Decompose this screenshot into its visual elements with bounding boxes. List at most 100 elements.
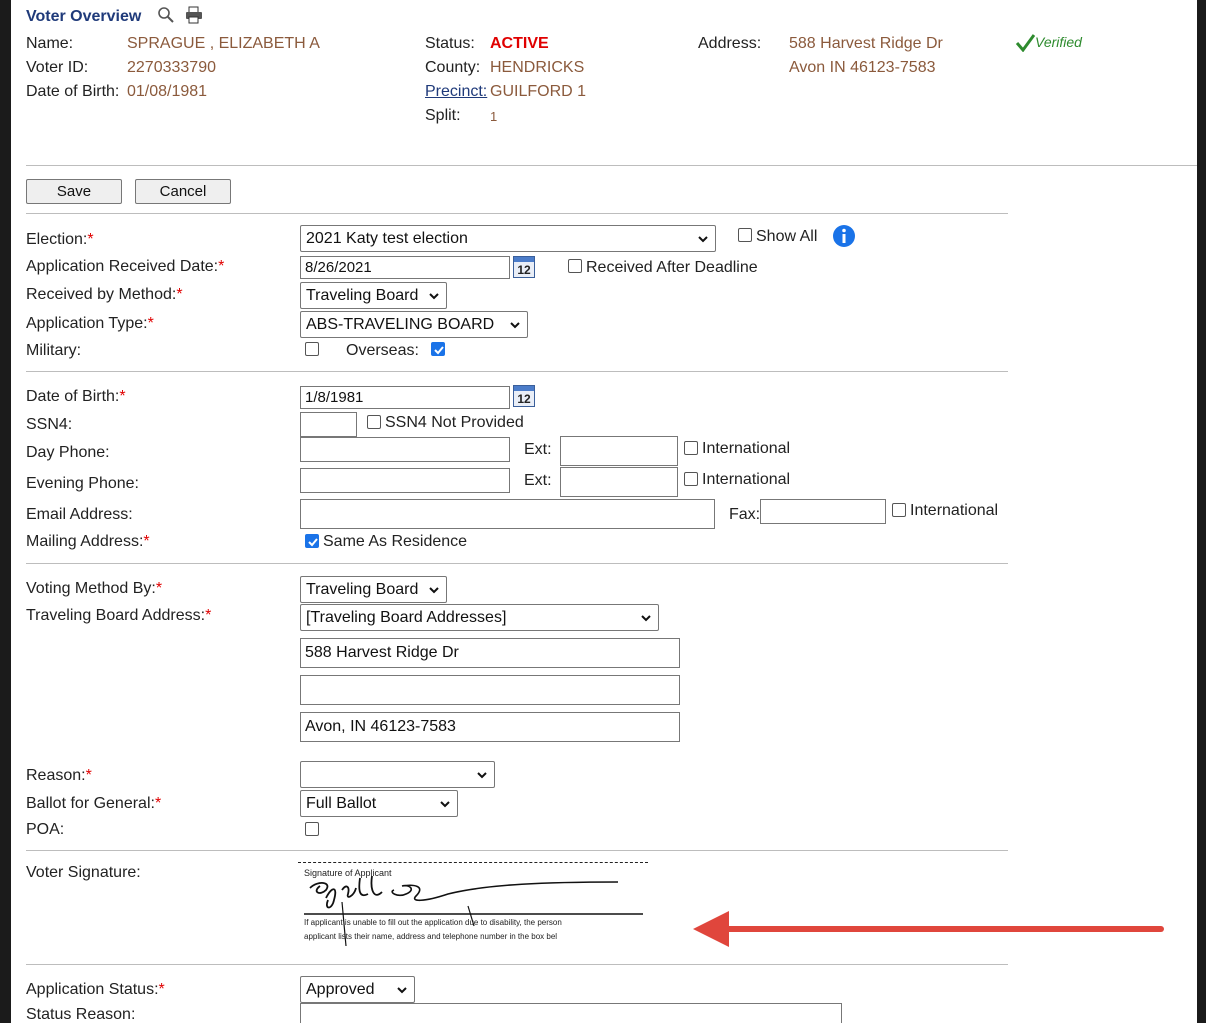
chevron-down-icon xyxy=(429,292,439,299)
evening-international-label: International xyxy=(702,471,791,488)
verified-badge: Verified xyxy=(1015,34,1082,53)
reason-label: Reason:* xyxy=(26,767,92,784)
chevron-down-icon xyxy=(510,321,520,328)
election-select[interactable]: 2021 Katy test election xyxy=(300,225,716,252)
voter-id-label: Voter ID: xyxy=(26,59,89,76)
tb-address-label: Traveling Board Address:* xyxy=(26,607,212,624)
voting-method-select[interactable]: Traveling Board xyxy=(300,576,447,603)
ssn4-label: SSN4: xyxy=(26,416,73,433)
chevron-down-icon xyxy=(477,771,487,778)
name-label: Name: xyxy=(26,35,74,52)
divider xyxy=(26,563,1008,564)
status-reason-input[interactable] xyxy=(300,1003,842,1023)
overseas-checkbox[interactable] xyxy=(431,342,445,356)
evening-international-checkbox[interactable] xyxy=(684,472,698,486)
received-after-deadline-label: Received After Deadline xyxy=(586,259,758,276)
cancel-button[interactable]: Cancel xyxy=(135,179,231,204)
received-by-select[interactable]: Traveling Board xyxy=(300,282,447,309)
status-badge: ACTIVE xyxy=(490,35,549,52)
reason-select[interactable] xyxy=(300,761,495,788)
show-all-checkbox[interactable] xyxy=(738,228,752,242)
ballot-general-label: Ballot for General:* xyxy=(26,795,162,812)
tb-address-line2-input[interactable] xyxy=(300,675,680,705)
evening-phone-label: Evening Phone: xyxy=(26,475,139,492)
info-icon[interactable] xyxy=(832,224,856,253)
divider xyxy=(26,165,1197,166)
status-label: Status: xyxy=(425,35,475,52)
dob-header-value: 01/08/1981 xyxy=(127,83,208,100)
ballot-general-select[interactable]: Full Ballot xyxy=(300,790,458,817)
chevron-down-icon xyxy=(429,586,439,593)
split-label: Split: xyxy=(425,107,461,124)
evening-ext-label: Ext: xyxy=(524,472,552,489)
day-ext-label: Ext: xyxy=(524,441,552,458)
day-phone-label: Day Phone: xyxy=(26,444,110,461)
checkmark-icon xyxy=(434,346,444,355)
address-label: Address: xyxy=(698,35,762,52)
voter-application-page: Voter Overview Name: SPRAGUE , ELIZABETH… xyxy=(11,0,1197,1023)
day-international-checkbox[interactable] xyxy=(684,441,698,455)
military-checkbox[interactable] xyxy=(305,342,319,356)
divider xyxy=(26,850,1008,851)
print-icon[interactable] xyxy=(184,6,204,29)
chevron-down-icon xyxy=(698,235,708,242)
poa-checkbox[interactable] xyxy=(305,822,319,836)
chevron-down-icon xyxy=(440,800,450,807)
received-by-label: Received by Method:* xyxy=(26,286,183,303)
email-input[interactable] xyxy=(300,499,715,529)
voter-id-value: 2270333790 xyxy=(127,59,216,76)
show-all-label: Show All xyxy=(756,228,818,245)
red-arrow-annotation-icon xyxy=(693,911,1164,947)
precinct-value: GUILFORD 1 xyxy=(490,83,587,100)
dob-input[interactable]: 1/8/1981 xyxy=(300,386,510,409)
chevron-down-icon xyxy=(397,986,407,993)
tb-address-select[interactable]: [Traveling Board Addresses] xyxy=(300,604,659,631)
address-line2: Avon IN 46123-7583 xyxy=(789,59,936,76)
day-international-label: International xyxy=(702,440,791,457)
page-title: Voter Overview xyxy=(26,8,142,25)
app-status-select[interactable]: Approved xyxy=(300,976,415,1003)
county-value: HENDRICKS xyxy=(490,59,585,76)
fax-international-checkbox[interactable] xyxy=(892,503,906,517)
evening-ext-input[interactable] xyxy=(560,467,678,497)
received-after-deadline-checkbox[interactable] xyxy=(568,259,582,273)
dob-header-label: Date of Birth: xyxy=(26,83,120,100)
ssn4-not-provided-checkbox[interactable] xyxy=(367,415,381,429)
signature-label: Voter Signature: xyxy=(26,864,141,881)
split-value: 1 xyxy=(490,109,498,124)
checkmark-icon xyxy=(1015,34,1036,53)
status-reason-label: Status Reason: xyxy=(26,1006,136,1023)
tb-address-line1-input[interactable]: 588 Harvest Ridge Dr xyxy=(300,638,680,668)
same-as-residence-checkbox[interactable] xyxy=(305,534,319,548)
dob-label: Date of Birth:* xyxy=(26,388,126,405)
divider xyxy=(26,213,1008,214)
county-label: County: xyxy=(425,59,481,76)
voting-method-label: Voting Method By:* xyxy=(26,580,163,597)
save-button[interactable]: Save xyxy=(26,179,122,204)
app-type-select[interactable]: ABS-TRAVELING BOARD xyxy=(300,311,528,338)
search-icon[interactable] xyxy=(157,6,175,29)
chevron-down-icon xyxy=(641,614,651,621)
same-as-residence-label: Same As Residence xyxy=(323,533,468,550)
ssn4-input[interactable] xyxy=(300,412,357,437)
evening-phone-input[interactable] xyxy=(300,468,510,493)
divider xyxy=(26,964,1008,965)
precinct-link[interactable]: Precinct: xyxy=(425,83,487,101)
calendar-icon[interactable]: 12 xyxy=(513,256,535,278)
tb-address-line3-input[interactable]: Avon, IN 46123-7583 xyxy=(300,712,680,742)
app-status-label: Application Status:* xyxy=(26,981,165,998)
fax-label: Fax: xyxy=(729,506,761,523)
fax-input[interactable] xyxy=(760,499,886,524)
divider xyxy=(26,371,1008,372)
election-label: Election:* xyxy=(26,231,94,248)
poa-label: POA: xyxy=(26,821,65,838)
app-type-label: Application Type:* xyxy=(26,315,154,332)
app-received-date-input[interactable]: 8/26/2021 xyxy=(300,256,510,279)
calendar-icon[interactable]: 12 xyxy=(513,385,535,407)
day-phone-input[interactable] xyxy=(300,437,510,462)
email-label: Email Address: xyxy=(26,506,133,523)
day-ext-input[interactable] xyxy=(560,436,678,466)
checkmark-icon xyxy=(308,538,318,547)
app-received-label: Application Received Date:* xyxy=(26,258,225,275)
ssn4-not-provided-label: SSN4 Not Provided xyxy=(385,414,524,431)
